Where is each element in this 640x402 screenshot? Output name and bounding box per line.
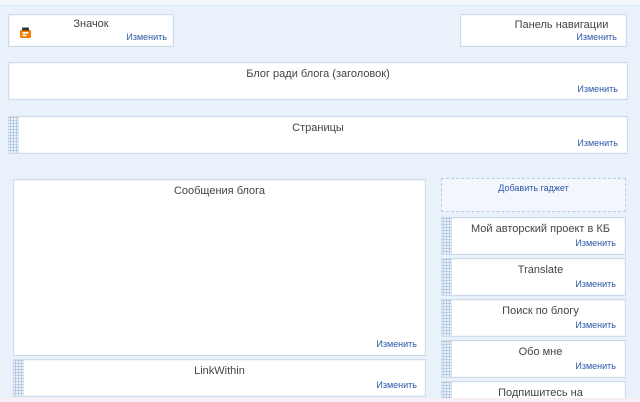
edit-link[interactable]: Изменить	[576, 32, 617, 42]
top-border	[0, 0, 640, 6]
sidebar-gadget-author-project[interactable]: Мой авторский проект в КБ Изменить	[441, 217, 626, 255]
drag-handle[interactable]	[442, 300, 452, 336]
bottom-border	[0, 398, 640, 402]
edit-link[interactable]: Изменить	[575, 361, 616, 371]
widget-title: Мой авторский проект в КБ	[471, 223, 610, 235]
widget-title: Поиск по блогу	[502, 305, 579, 317]
widget-title: Панель навигации	[514, 19, 609, 31]
drag-handle[interactable]	[442, 218, 452, 254]
widget-title: Значок	[73, 18, 109, 30]
widget-title: Обо мне	[518, 346, 563, 358]
sidebar-gadget-blog-search[interactable]: Поиск по блогу Изменить	[441, 299, 626, 337]
widget-title: Translate	[517, 264, 564, 276]
add-gadget-button[interactable]: Добавить гаджет	[441, 178, 626, 212]
drag-handle[interactable]	[442, 259, 452, 295]
sidebar-gadget-translate[interactable]: Translate Изменить	[441, 258, 626, 296]
pages-widget[interactable]: Страницы Изменить	[8, 116, 628, 154]
navbar-widget[interactable]: Панель навигации Изменить	[460, 14, 627, 47]
widget-title: Сообщения блога	[173, 185, 266, 197]
widget-title: Страницы	[292, 122, 344, 134]
drag-handle[interactable]	[442, 341, 452, 377]
edit-link[interactable]: Изменить	[126, 32, 167, 42]
favicon-widget[interactable]: Значок Изменить	[8, 14, 174, 47]
widget-title: Блог ради блога (заголовок)	[246, 68, 390, 80]
add-gadget-label: Добавить гаджет	[498, 183, 569, 193]
edit-link[interactable]: Изменить	[577, 84, 618, 94]
widget-title: LinkWithin	[194, 365, 245, 377]
edit-link[interactable]: Изменить	[575, 279, 616, 289]
edit-link[interactable]: Изменить	[575, 320, 616, 330]
edit-link[interactable]: Изменить	[376, 339, 417, 349]
blog-posts-widget[interactable]: Сообщения блога Изменить	[13, 179, 426, 356]
edit-link[interactable]: Изменить	[575, 238, 616, 248]
linkwithin-widget[interactable]: LinkWithin Изменить	[13, 359, 426, 397]
header-widget[interactable]: Блог ради блога (заголовок) Изменить	[8, 62, 628, 100]
edit-link[interactable]: Изменить	[376, 380, 417, 390]
sidebar-gadget-about-me[interactable]: Обо мне Изменить	[441, 340, 626, 378]
edit-link[interactable]: Изменить	[577, 138, 618, 148]
